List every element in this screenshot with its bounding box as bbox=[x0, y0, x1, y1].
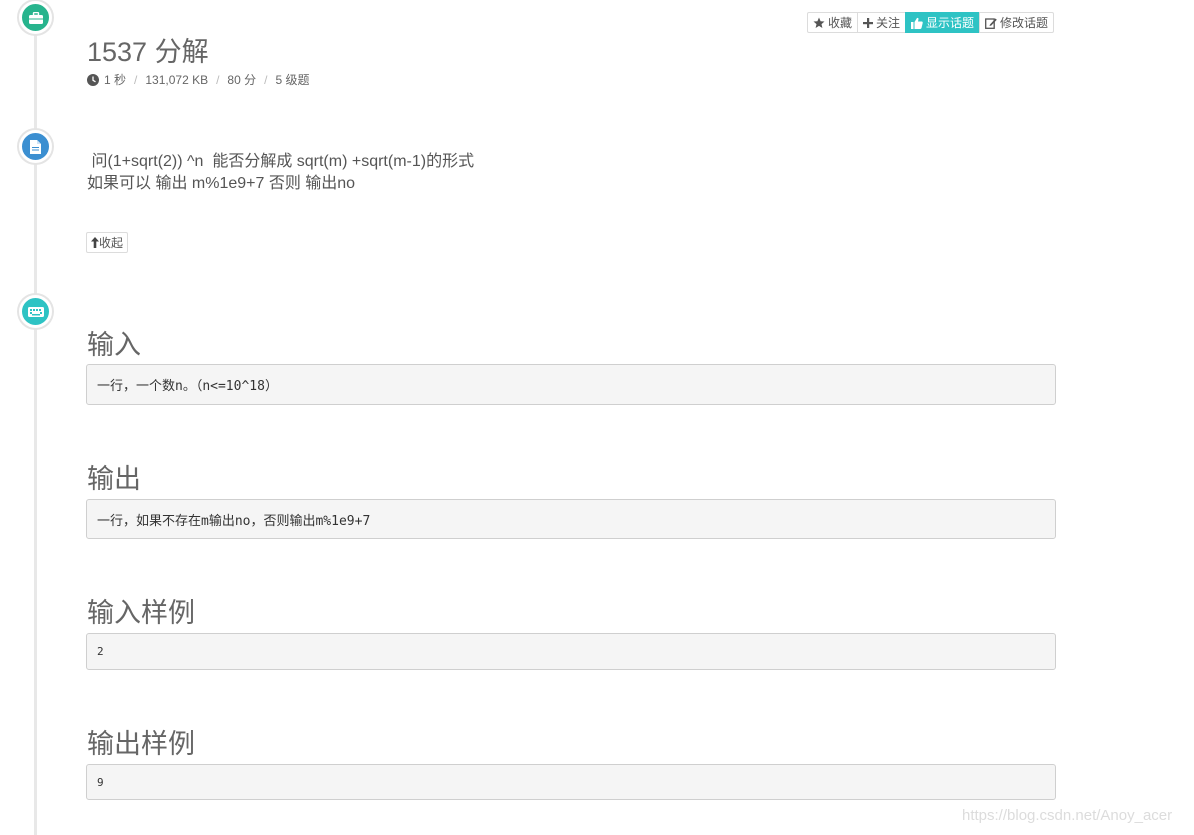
meta-separator: / bbox=[264, 72, 268, 87]
favorite-label: 收藏 bbox=[828, 16, 853, 30]
thumbs-up-icon bbox=[911, 17, 923, 29]
sample-output-text: 9 bbox=[97, 775, 104, 789]
keyboard-icon bbox=[19, 295, 52, 328]
show-topics-button[interactable]: 显示话题 bbox=[905, 12, 981, 33]
sample-output-box: 9 bbox=[86, 764, 1056, 800]
edit-icon bbox=[985, 17, 997, 29]
timeline-line bbox=[34, 0, 37, 835]
input-section-title: 输入 bbox=[87, 330, 141, 360]
output-spec-text: 一行，如果不存在m输出no，否则输出m%1e9+7 bbox=[97, 513, 371, 529]
page-title: 1537 分解 bbox=[87, 37, 209, 67]
collapse-label: 收起 bbox=[99, 236, 124, 250]
clock-icon bbox=[87, 73, 99, 86]
sample-input-box: 2 bbox=[86, 633, 1056, 670]
document-icon bbox=[19, 130, 52, 163]
meta-separator: / bbox=[134, 72, 138, 87]
problem-description: 问(1+sqrt(2)) ^n 能否分解成 sqrt(m) +sqrt(m-1)… bbox=[87, 151, 474, 195]
edit-topics-label: 修改话题 bbox=[1000, 16, 1049, 30]
output-spec-box: 一行，如果不存在m输出no，否则输出m%1e9+7 bbox=[86, 499, 1056, 539]
score: 80 分 bbox=[227, 73, 257, 87]
follow-label: 关注 bbox=[876, 16, 901, 30]
time-limit: 1 秒 bbox=[104, 73, 127, 87]
sample-input-text: 2 bbox=[97, 645, 104, 658]
watermark: https://blog.csdn.net/Anoy_acer bbox=[962, 807, 1173, 824]
input-spec-box: 一行，一个数n。（n<=10^18） bbox=[86, 364, 1056, 405]
plus-icon bbox=[863, 17, 874, 28]
edit-topics-button[interactable]: 修改话题 bbox=[979, 12, 1055, 33]
star-icon bbox=[813, 17, 825, 28]
favorite-button[interactable]: 收藏 bbox=[807, 12, 859, 33]
briefcase-icon bbox=[19, 1, 52, 34]
description-line: 问(1+sqrt(2)) ^n 能否分解成 sqrt(m) +sqrt(m-1)… bbox=[87, 153, 475, 170]
collapse-button[interactable]: 收起 bbox=[86, 232, 129, 253]
arrow-up-icon bbox=[91, 237, 99, 248]
show-topics-label: 显示话题 bbox=[926, 16, 975, 30]
description-line: 如果可以 输出 m%1e9+7 否则 输出no bbox=[87, 175, 356, 192]
memory-limit: 131,072 KB bbox=[145, 72, 209, 87]
input-spec-text: 一行，一个数n。（n<=10^18） bbox=[97, 379, 278, 394]
problem-toolbar: 收藏 关注 显示话题 修改话题 bbox=[807, 12, 1055, 33]
meta-separator: / bbox=[216, 72, 220, 87]
sample-output-title: 输出样例 bbox=[87, 729, 195, 759]
follow-button[interactable]: 关注 bbox=[857, 12, 907, 33]
output-section-title: 输出 bbox=[87, 464, 141, 494]
problem-meta: 1 秒 / 131,072 KB / 80 分 / 5 级题 bbox=[87, 71, 309, 88]
sample-input-title: 输入样例 bbox=[87, 598, 195, 628]
difficulty-level: 5 级题 bbox=[275, 73, 310, 87]
